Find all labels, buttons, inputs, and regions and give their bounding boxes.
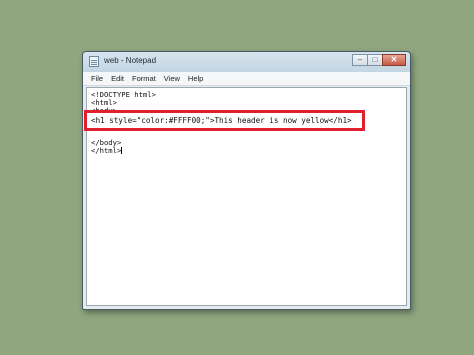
- highlight-annotation: <h1 style="color:#FFFF00;">This header i…: [84, 110, 365, 131]
- menu-help[interactable]: Help: [184, 74, 207, 83]
- menu-edit[interactable]: Edit: [107, 74, 128, 83]
- notepad-icon: [89, 56, 99, 67]
- code-line-html-close-wrap: </html>: [91, 147, 156, 155]
- window-title: web - Notepad: [104, 56, 157, 65]
- code-line-html-close: </html>: [91, 146, 122, 155]
- menu-bar: File Edit Format View Help: [83, 72, 410, 86]
- code-line-h1: <h1 style="color:#FFFF00;">This header i…: [91, 116, 352, 125]
- close-button[interactable]: ✕: [382, 54, 406, 66]
- window-controls: – □ ✕: [352, 54, 406, 66]
- menu-view[interactable]: View: [160, 74, 184, 83]
- text-cursor: [121, 147, 123, 154]
- minimize-button[interactable]: –: [352, 54, 368, 66]
- maximize-button[interactable]: □: [367, 54, 383, 66]
- desktop-background: web - Notepad – □ ✕ File Edit Format Vie…: [0, 0, 474, 355]
- menu-format[interactable]: Format: [128, 74, 160, 83]
- title-bar[interactable]: web - Notepad – □ ✕: [83, 52, 410, 72]
- notepad-window: web - Notepad – □ ✕ File Edit Format Vie…: [82, 51, 411, 310]
- menu-file[interactable]: File: [87, 74, 107, 83]
